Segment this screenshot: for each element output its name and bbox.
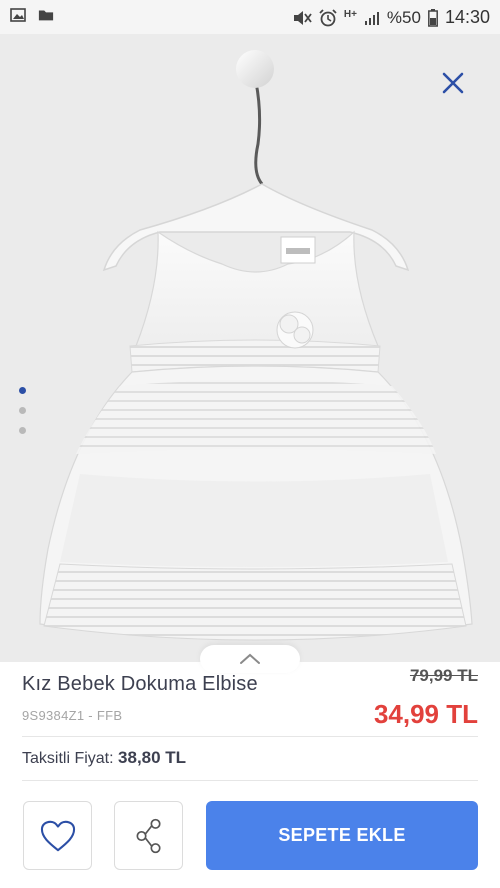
product-title: Kız Bebek Dokuma Elbise (22, 673, 258, 695)
add-to-cart-button[interactable]: SEPETE EKLE (206, 801, 478, 870)
heart-icon (40, 820, 75, 851)
image-icon (10, 8, 26, 22)
battery-icon (428, 8, 438, 27)
expand-details-handle[interactable] (200, 645, 300, 673)
battery-percent: %50 (386, 7, 421, 27)
alarm-icon (319, 8, 337, 26)
folder-icon (38, 10, 54, 21)
gallery-pagination (19, 387, 26, 434)
close-icon (442, 72, 464, 94)
gallery-dot[interactable] (19, 407, 26, 414)
product-image[interactable] (0, 34, 500, 662)
share-icon (135, 818, 161, 853)
installment-price: 38,80 TL (118, 748, 187, 767)
status-bar: H+ %50 14:30 (0, 0, 500, 34)
favorite-button[interactable] (23, 801, 92, 870)
share-button[interactable] (114, 801, 183, 870)
clock: 14:30 (444, 7, 490, 27)
status-bar-left (10, 8, 54, 22)
gallery-dot-active[interactable] (19, 387, 26, 394)
chevron-up-icon (240, 653, 260, 664)
divider (22, 780, 478, 781)
product-sku: 9S9384Z1 - FFB (22, 708, 123, 723)
gallery-dot[interactable] (19, 427, 26, 434)
product-info-panel: Kız Bebek Dokuma Elbise 79,99 TL 9S9384Z… (0, 662, 500, 888)
network-type: H+ (343, 9, 357, 20)
installment-price-row: Taksitli Fiyat: 38,80 TL (22, 748, 186, 768)
product-image-gallery[interactable] (0, 34, 500, 662)
status-bar-right: H+ %50 14:30 (292, 7, 490, 28)
current-price: 34,99 TL (373, 699, 478, 729)
mute-icon (293, 10, 312, 25)
installment-label: Taksitli Fiyat: (22, 750, 114, 767)
signal-icon (364, 11, 379, 25)
divider (22, 736, 478, 737)
close-button[interactable] (438, 68, 468, 98)
old-price: 79,99 TL (409, 666, 478, 685)
